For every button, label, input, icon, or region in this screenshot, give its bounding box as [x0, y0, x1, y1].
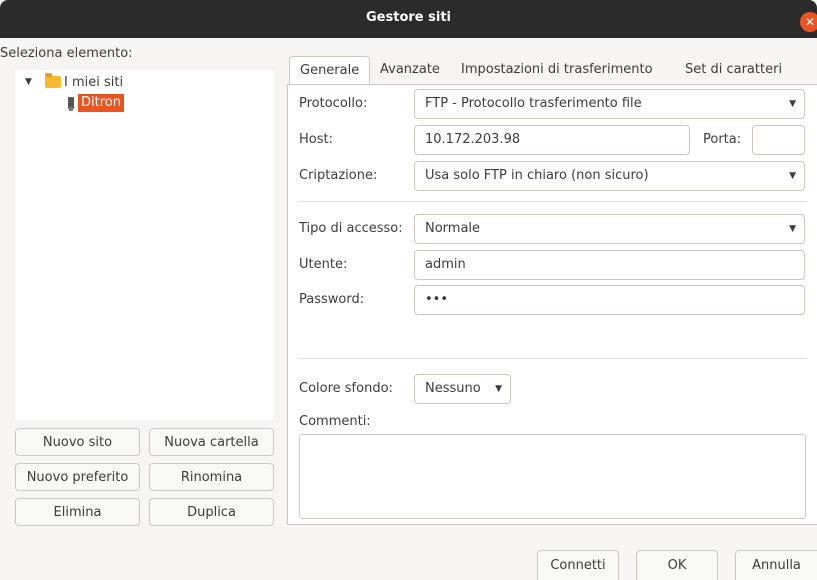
server-icon — [68, 97, 74, 111]
close-icon[interactable]: ✕ — [800, 12, 817, 32]
window-title: Gestore siti — [366, 10, 451, 25]
host-label: Host: — [299, 132, 333, 147]
expander-icon[interactable]: ▼ — [25, 77, 35, 87]
title-bar: Gestore siti ✕ — [0, 0, 817, 38]
protocol-label: Protocollo: — [299, 96, 368, 111]
encryption-label: Criptazione: — [299, 168, 378, 183]
tree-item-my-sites[interactable]: ▼ I miei siti — [25, 73, 123, 91]
tab-general[interactable]: Generale — [289, 56, 371, 84]
bg-color-label: Colore sfondo: — [299, 381, 393, 396]
comments-label: Commenti: — [299, 414, 371, 429]
separator — [298, 358, 807, 359]
port-label: Porta: — [703, 132, 742, 147]
user-input[interactable]: admin — [414, 250, 805, 280]
chevron-down-icon: ▼ — [789, 99, 796, 109]
site-tree[interactable]: ▼ I miei siti Ditron — [15, 70, 274, 420]
chevron-down-icon: ▼ — [495, 384, 502, 394]
host-input[interactable]: 10.172.203.98 — [414, 125, 690, 155]
ok-button[interactable]: OK — [636, 550, 718, 580]
protocol-select[interactable]: FTP - Protocollo trasferimento file ▼ — [414, 89, 805, 119]
password-label: Password: — [299, 292, 365, 307]
new-bookmark-button[interactable]: Nuovo preferito — [15, 463, 140, 491]
tree-item-label: Ditron — [78, 94, 124, 112]
chevron-down-icon: ▼ — [789, 171, 796, 181]
separator — [298, 201, 807, 202]
encryption-select[interactable]: Usa solo FTP in chiaro (non sicuro) ▼ — [414, 161, 805, 191]
new-folder-button[interactable]: Nuova cartella — [149, 428, 274, 456]
tree-item-label: I miei siti — [64, 74, 124, 90]
logon-type-label: Tipo di accesso: — [299, 221, 403, 236]
folder-icon — [45, 73, 61, 88]
password-input[interactable]: ••• — [414, 285, 805, 315]
port-input[interactable] — [752, 125, 805, 155]
tab-charset[interactable]: Set di caratteri — [685, 56, 782, 84]
chevron-down-icon: ▼ — [789, 224, 796, 234]
tab-advanced[interactable]: Avanzate — [380, 56, 440, 84]
tree-item-ditron[interactable]: Ditron — [68, 94, 124, 112]
protocol-value: FTP - Protocollo trasferimento file — [425, 96, 642, 111]
new-site-button[interactable]: Nuovo sito — [15, 428, 140, 456]
tab-transfer-settings[interactable]: Impostazioni di trasferimento — [461, 56, 653, 84]
comments-textarea[interactable] — [299, 434, 806, 519]
cancel-button[interactable]: Annulla — [735, 550, 817, 580]
connect-button[interactable]: Connetti — [537, 550, 619, 580]
delete-button[interactable]: Elimina — [15, 498, 140, 526]
duplicate-button[interactable]: Duplica — [149, 498, 274, 526]
select-entry-label: Seleziona elemento: — [0, 46, 133, 61]
bg-color-select[interactable]: Nessuno ▼ — [414, 374, 511, 404]
logon-type-value: Normale — [425, 221, 481, 236]
rename-button[interactable]: Rinomina — [149, 463, 274, 491]
bg-color-value: Nessuno — [425, 381, 481, 396]
user-label: Utente: — [299, 257, 348, 272]
logon-type-select[interactable]: Normale ▼ — [414, 214, 805, 244]
site-manager-window: Gestore siti ✕ Seleziona elemento: ▼ I m… — [0, 0, 817, 580]
encryption-value: Usa solo FTP in chiaro (non sicuro) — [425, 168, 649, 183]
